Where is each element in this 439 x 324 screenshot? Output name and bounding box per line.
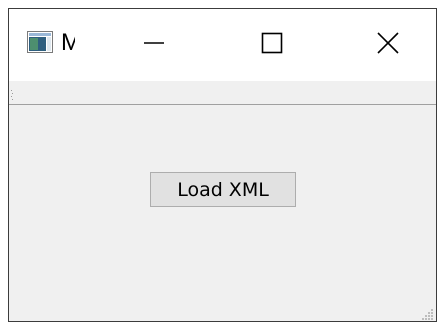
load-xml-button[interactable]: Load XML bbox=[150, 172, 296, 207]
close-icon bbox=[376, 31, 400, 60]
size-grip-icon[interactable] bbox=[420, 307, 434, 321]
main-window: M Load XML bbox=[8, 8, 437, 322]
minimize-button[interactable] bbox=[104, 9, 204, 81]
toolbar-grip-icon[interactable] bbox=[11, 87, 14, 100]
maximize-button[interactable] bbox=[222, 9, 322, 81]
toolbar bbox=[9, 81, 436, 105]
minimize-icon bbox=[143, 32, 165, 59]
close-button[interactable] bbox=[338, 9, 436, 81]
central-widget: Load XML bbox=[9, 105, 436, 321]
maximize-icon bbox=[261, 32, 283, 59]
title-bar[interactable]: M bbox=[9, 9, 436, 81]
window-title: M bbox=[61, 29, 75, 57]
app-window-icon[interactable] bbox=[27, 31, 53, 53]
